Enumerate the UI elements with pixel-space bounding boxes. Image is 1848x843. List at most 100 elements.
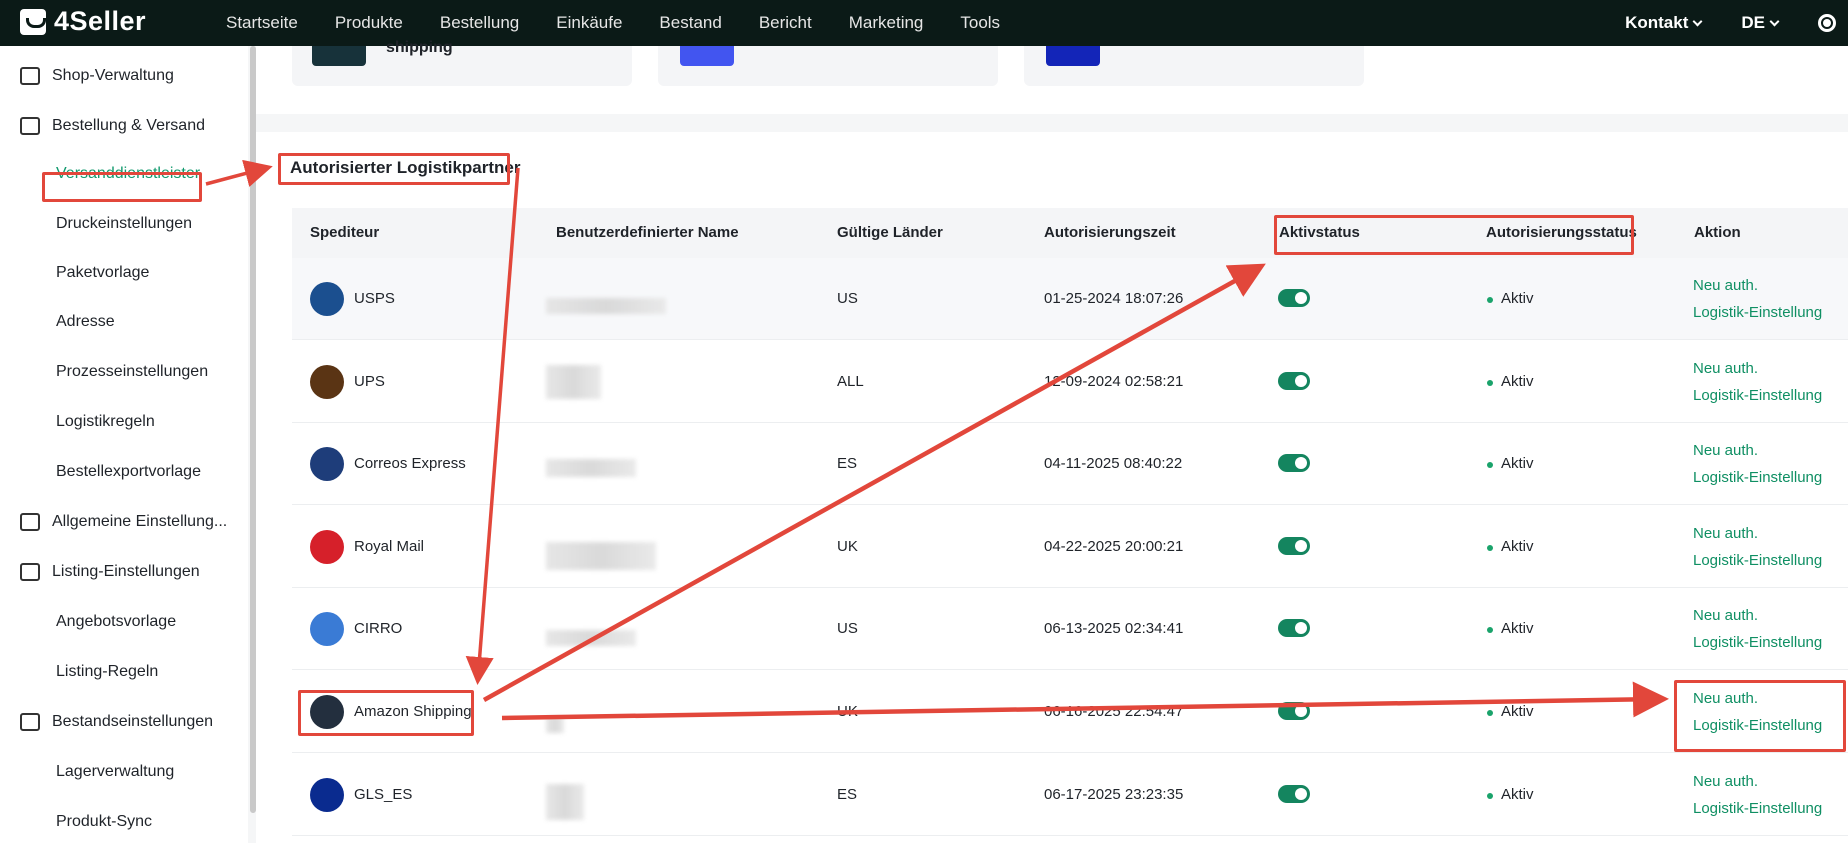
sidebar-item[interactable]: Paketvorlage <box>56 261 149 285</box>
active-status-toggle[interactable] <box>1278 289 1310 307</box>
status-dot-icon <box>1487 462 1493 469</box>
menu-section-icon <box>20 67 40 85</box>
redacted-custom-name <box>546 717 564 733</box>
sidebar-item[interactable]: Bestellung & Versand <box>20 114 205 138</box>
section-title: Autorisierter Logistikpartner <box>290 158 521 177</box>
carrier-name: USPS <box>354 290 395 307</box>
sidebar-item[interactable]: Lagerverwaltung <box>56 760 174 784</box>
redacted-custom-name <box>546 541 656 570</box>
reauthorize-link[interactable]: Neu auth. <box>1693 525 1758 542</box>
nav-item[interactable]: Bestand <box>659 13 721 33</box>
authorization-time: 06-13-2025 02:34:41 <box>1044 620 1184 638</box>
sidebar-item[interactable]: Listing-Regeln <box>56 660 158 684</box>
active-status-toggle[interactable] <box>1278 784 1310 803</box>
menu-section-icon <box>20 117 40 135</box>
valid-countries: ES <box>837 455 858 473</box>
carrier-name: GLS_ES <box>354 785 413 803</box>
language-dropdown[interactable]: DE <box>1741 13 1780 33</box>
gear-icon[interactable] <box>1818 14 1836 32</box>
sidebar-item[interactable]: Shop-Verwaltung <box>20 64 174 88</box>
carrier-name: Correos Express <box>354 455 466 473</box>
valid-countries: ES <box>837 785 858 803</box>
logistics-settings-link[interactable]: Logistik-Einstellung <box>1693 800 1822 817</box>
authorization-status: Aktiv <box>1501 703 1534 720</box>
authorization-status: Aktiv <box>1501 372 1534 390</box>
authorization-status: Aktiv <box>1501 290 1534 307</box>
authorization-status: Aktiv <box>1501 785 1534 803</box>
reauthorize-link[interactable]: Neu auth. <box>1693 360 1758 377</box>
carrier-logo-icon <box>310 777 344 812</box>
valid-countries: US <box>837 620 858 638</box>
col-custom-name: Benutzerdefinierter Name <box>556 224 739 241</box>
main-nav: Startseite Produkte Bestellung Einkäufe Best… <box>226 0 1037 46</box>
logistics-settings-link[interactable]: Logistik-Einstellung <box>1693 717 1822 734</box>
active-status-toggle[interactable] <box>1278 702 1310 720</box>
menu-section-icon <box>20 563 40 581</box>
reauthorize-link[interactable]: Neu auth. <box>1693 690 1758 707</box>
sidebar-item[interactable]: Logistikregeln <box>56 410 155 434</box>
reauthorize-link[interactable]: Neu auth. <box>1693 607 1758 624</box>
col-auth-status: Autorisierungsstatus <box>1486 224 1637 241</box>
nav-item[interactable]: Bericht <box>759 13 812 33</box>
active-status-toggle[interactable] <box>1278 454 1310 473</box>
redacted-custom-name <box>546 459 636 478</box>
authorization-time: 04-22-2025 20:00:21 <box>1044 537 1184 555</box>
language-label: DE <box>1741 13 1765 32</box>
sidebar-item-label: Versanddienstleister <box>56 165 201 182</box>
nav-item[interactable]: Marketing <box>849 13 924 33</box>
nav-item[interactable]: Produkte <box>335 13 403 33</box>
col-action: Aktion <box>1694 224 1741 241</box>
active-status-toggle[interactable] <box>1278 371 1310 390</box>
carrier-card[interactable] <box>658 46 998 86</box>
sidebar-item[interactable]: Adresse <box>56 310 115 334</box>
carrier-card[interactable] <box>1024 46 1364 86</box>
logistics-settings-link[interactable]: Logistik-Einstellung <box>1693 387 1822 404</box>
sidebar-item-label: Druckeinstellungen <box>56 215 193 232</box>
carrier-logo-icon <box>310 695 344 729</box>
carrier-name: Royal Mail <box>354 537 425 555</box>
sidebar-item[interactable]: Bestellexportvorlage <box>56 460 201 484</box>
redacted-custom-name <box>546 364 601 399</box>
sidebar-item[interactable]: Druckeinstellungen <box>56 212 192 236</box>
table-row: GLS_ES ES 06-17-2025 23:23:35 Aktiv Neu auth… <box>292 753 1848 836</box>
chevron-down-icon <box>1769 16 1780 26</box>
contact-dropdown[interactable]: Kontakt <box>1625 13 1703 33</box>
authorization-time: 06-17-2025 23:23:35 <box>1044 785 1184 803</box>
carrier-logo-icon <box>310 612 344 647</box>
brand-logo[interactable]: 4Seller <box>20 6 146 37</box>
logistics-settings-link[interactable]: Logistik-Einstellung <box>1693 304 1822 321</box>
brand-name: 4Seller <box>54 6 147 36</box>
col-active-status: Aktivstatus <box>1279 224 1360 241</box>
logistics-settings-link[interactable]: Logistik-Einstellung <box>1693 552 1822 569</box>
sidebar-item[interactable]: Bestandseinstellungen <box>20 710 213 734</box>
chevron-down-icon <box>1692 16 1703 26</box>
reauthorize-link[interactable]: Neu auth. <box>1693 773 1758 790</box>
sidebar-item[interactable]: Allgemeine Einstellung... <box>20 510 227 534</box>
authorization-status: Aktiv <box>1501 455 1534 473</box>
logo-icon <box>20 8 46 35</box>
authorization-time: 12-09-2024 02:58:21 <box>1044 372 1184 390</box>
sidebar-item[interactable]: Prozesseinstellungen <box>56 360 208 384</box>
reauthorize-link[interactable]: Neu auth. <box>1693 442 1758 459</box>
nav-item[interactable]: Tools <box>960 13 1000 33</box>
authorization-time: 06-16-2025 22:54:47 <box>1044 703 1184 720</box>
sidebar-item[interactable]: Produkt-Sync <box>56 810 152 834</box>
status-dot-icon <box>1487 710 1493 716</box>
nav-item[interactable]: Startseite <box>226 13 298 33</box>
sidebar-item[interactable]: Listing-Einstellungen <box>20 560 200 584</box>
sidebar-item[interactable]: Angebotsvorlage <box>56 610 176 634</box>
sidebar-item[interactable]: Versanddienstleister <box>56 162 200 186</box>
active-status-toggle[interactable] <box>1278 536 1310 555</box>
active-status-toggle[interactable] <box>1278 619 1310 638</box>
carrier-card[interactable]: shipping <box>292 39 632 86</box>
logistics-settings-link[interactable]: Logistik-Einstellung <box>1693 634 1822 651</box>
reauthorize-link[interactable]: Neu auth. <box>1693 277 1758 294</box>
nav-item[interactable]: Einkäufe <box>556 13 622 33</box>
sidebar-item-label: Listing-Einstellungen <box>52 563 200 580</box>
valid-countries: US <box>837 290 858 307</box>
carrier-logo-icon <box>310 282 344 316</box>
nav-item[interactable]: Bestellung <box>440 13 519 33</box>
carrier-card-logo <box>312 46 366 66</box>
logistics-settings-link[interactable]: Logistik-Einstellung <box>1693 469 1822 486</box>
table-row: CIRRO US 06-13-2025 02:34:41 Aktiv Neu auth.… <box>292 588 1848 671</box>
